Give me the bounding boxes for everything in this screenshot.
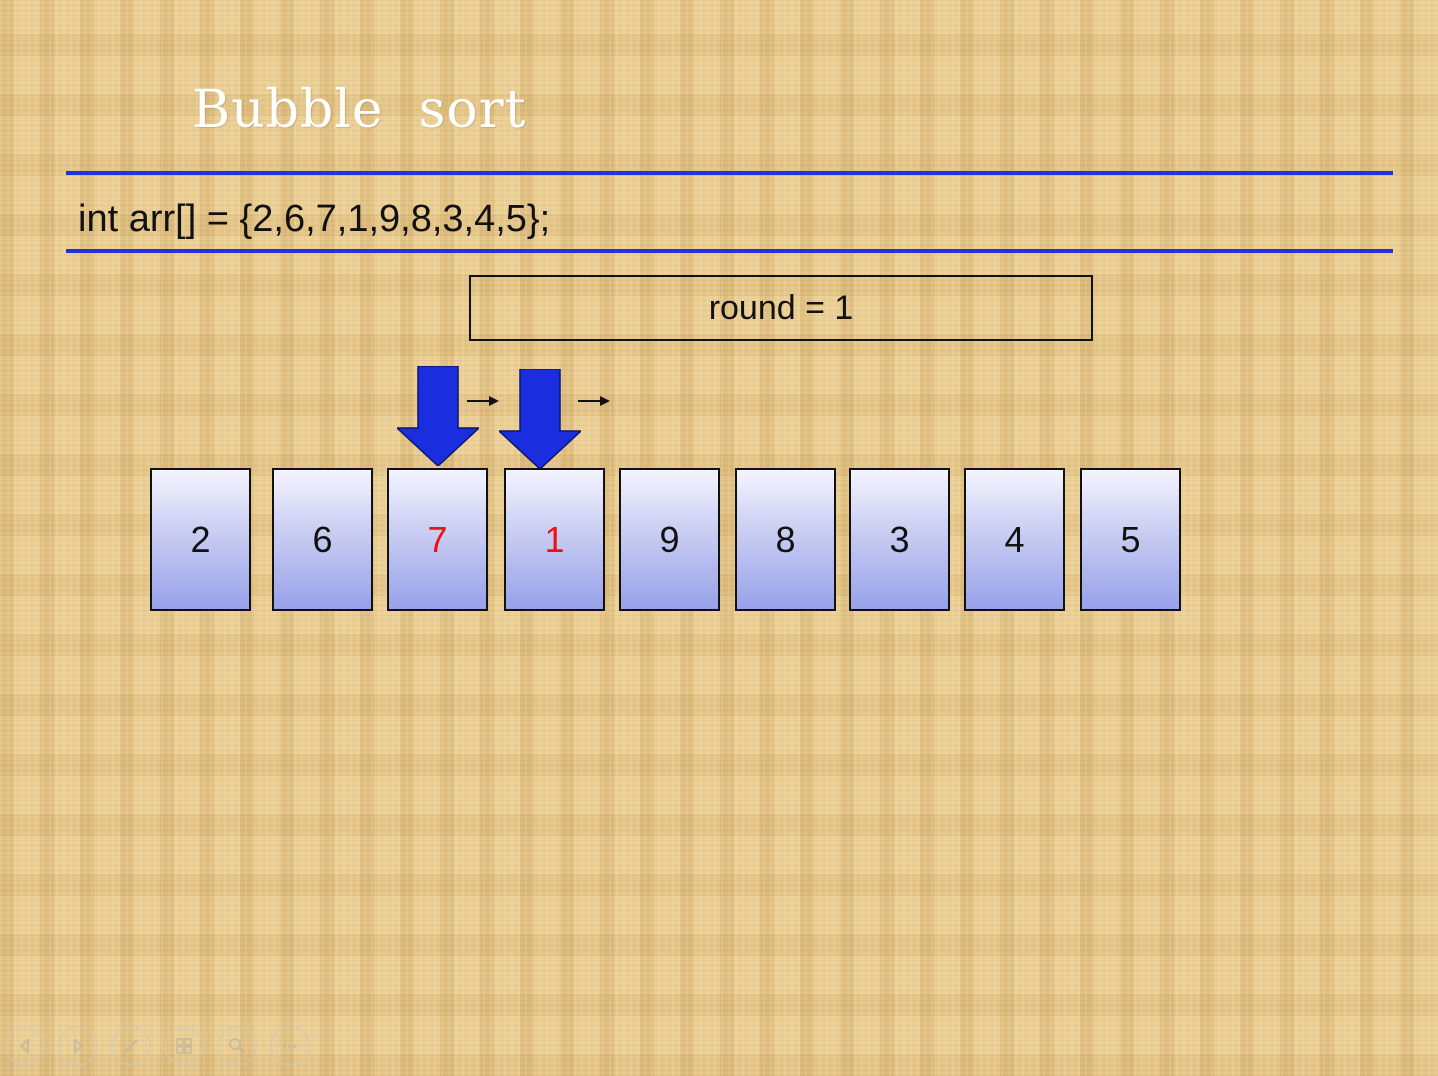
array-cell: 4	[964, 468, 1065, 611]
pen-icon	[124, 1039, 138, 1053]
move-right-icon	[578, 396, 610, 406]
array-cell: 5	[1080, 468, 1181, 611]
array-cell: 8	[735, 468, 836, 611]
pointer-arrow-next	[499, 369, 581, 469]
pointer-arrow-current	[397, 366, 479, 466]
zoom-icon	[229, 1038, 245, 1054]
array-cell: 3	[849, 468, 950, 611]
array-cell: 9	[619, 468, 720, 611]
more-icon	[283, 1044, 297, 1048]
bottom-divider	[66, 249, 1393, 253]
round-counter: round = 1	[469, 275, 1093, 341]
previous-button[interactable]	[5, 1026, 45, 1066]
round-label: round = 1	[708, 288, 854, 327]
zoom-button[interactable]	[217, 1026, 257, 1066]
slideshow-controls	[5, 1026, 310, 1066]
slide-title: Bubble sort	[192, 80, 527, 140]
more-button[interactable]	[270, 1026, 310, 1066]
array-cell: 2	[150, 468, 251, 611]
array-declaration: int arr[] = {2,6,7,1,9,8,3,4,5};	[78, 198, 551, 240]
move-right-icon	[467, 396, 499, 406]
array-cell-compared: 1	[504, 468, 605, 611]
slides-icon	[176, 1038, 192, 1054]
previous-icon	[19, 1037, 29, 1055]
next-icon	[74, 1037, 84, 1055]
slides-button[interactable]	[164, 1026, 204, 1066]
top-divider	[66, 171, 1393, 175]
pen-button[interactable]	[111, 1026, 151, 1066]
next-button[interactable]	[58, 1026, 98, 1066]
array-cell: 6	[272, 468, 373, 611]
array-cell-compared: 7	[387, 468, 488, 611]
